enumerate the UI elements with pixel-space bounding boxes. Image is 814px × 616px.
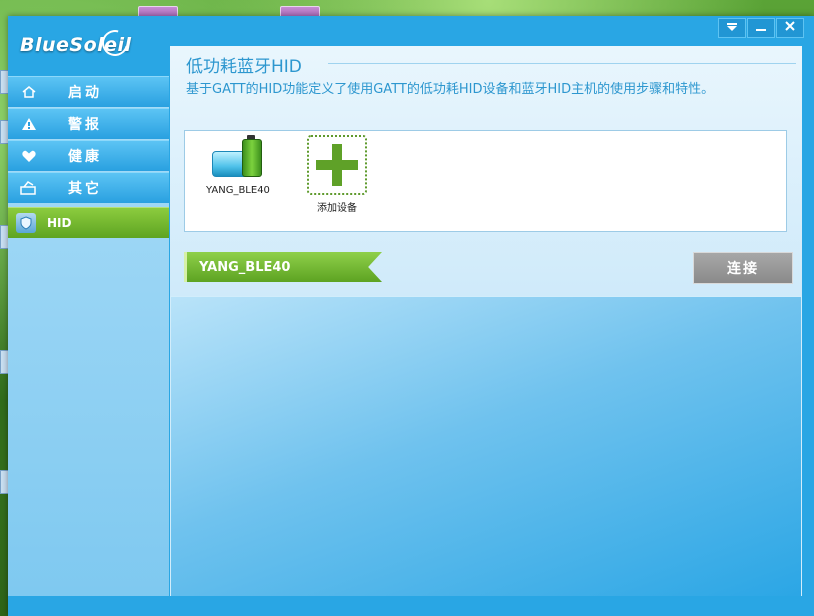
panel-description: 基于GATT的HID功能定义了使用GATT的低功耗HID设备和蓝牙HID主机的使… xyxy=(186,82,715,97)
page-title: 低功耗蓝牙HID xyxy=(186,57,302,77)
bluesoleil-window: BlueSoleil 启动 警报 健康 其它 HID 低功耗蓝牙HID 基于GA… xyxy=(8,16,814,616)
sidebar-item-health[interactable]: 健康 xyxy=(8,140,169,171)
add-device-button[interactable]: 添加设备 xyxy=(302,135,372,214)
home-icon xyxy=(20,83,38,101)
device-item[interactable]: YANG_BLE40 xyxy=(203,135,273,196)
device-label: YANG_BLE40 xyxy=(206,185,270,196)
close-icon[interactable] xyxy=(776,18,804,38)
device-label: 添加设备 xyxy=(317,203,357,214)
dropdown-arrow-icon[interactable] xyxy=(718,18,746,38)
connect-button[interactable]: 连接 xyxy=(693,252,793,284)
lower-content-area xyxy=(170,296,802,598)
minimize-icon[interactable] xyxy=(747,18,775,38)
sidebar-item-label: 其它 xyxy=(68,181,102,197)
selected-device-tag: YANG_BLE40 xyxy=(184,252,382,282)
title-divider xyxy=(328,63,796,64)
sidebar-item-alert[interactable]: 警报 xyxy=(8,108,169,139)
sidebar-item-label: 启动 xyxy=(68,85,102,101)
sidebar-item-label: 警报 xyxy=(68,117,102,133)
device-list: YANG_BLE40 添加设备 xyxy=(184,130,787,232)
sidebar-item-start[interactable]: 启动 xyxy=(8,76,169,107)
sidebar: 启动 警报 健康 其它 HID xyxy=(8,76,169,616)
bluesoleil-logo: BlueSoleil xyxy=(20,25,170,64)
sidebar-item-hid[interactable]: HID xyxy=(8,207,169,238)
add-device-icon xyxy=(307,135,367,195)
ble-device-icon xyxy=(210,135,266,181)
heart-icon xyxy=(20,147,38,165)
other-icon xyxy=(20,179,38,197)
sidebar-item-label: 健康 xyxy=(68,149,102,165)
titlebar-buttons xyxy=(718,18,804,38)
hid-panel: 低功耗蓝牙HID 基于GATT的HID功能定义了使用GATT的低功耗HID设备和… xyxy=(170,46,802,296)
sidebar-item-other[interactable]: 其它 xyxy=(8,172,169,203)
warning-icon xyxy=(20,115,38,133)
hid-icon xyxy=(16,213,36,233)
status-bar xyxy=(8,596,814,616)
sidebar-item-label: HID xyxy=(47,216,72,230)
